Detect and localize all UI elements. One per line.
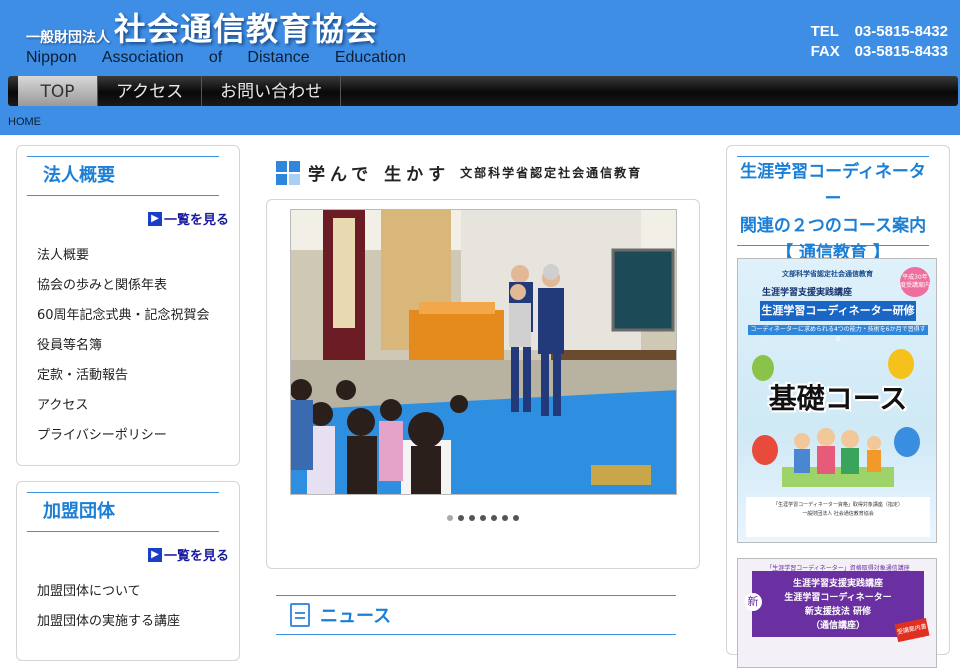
about-more-link[interactable]: ▶ 一覧を見る bbox=[147, 209, 229, 228]
about-title: 法人概要 bbox=[27, 156, 219, 196]
breadcrumb[interactable]: HOME bbox=[8, 116, 41, 128]
about-item-60th[interactable]: 60周年記念式典・記念祝賀会 bbox=[37, 301, 210, 331]
balloon-illustration bbox=[894, 427, 920, 457]
poster-tag: 文部科学省認定社会通信教育 bbox=[782, 270, 873, 278]
poster-footer: 「生涯学習コーディネーター資格」取得対象講座（指定） 一般財団法人 社会通信教育… bbox=[746, 497, 930, 537]
about-item-officers[interactable]: 役員等名簿 bbox=[37, 331, 210, 361]
members-panel: 加盟団体 ▶ 一覧を見る 加盟団体について 加盟団体の実施する講座 bbox=[16, 481, 240, 661]
arrow-right-icon: ▶ bbox=[147, 211, 162, 226]
course-guide-panel: 生涯学習コーディネーター 関連の２つのコース案内 【 通信教育 】 文部科学省認… bbox=[726, 145, 950, 668]
members-more-link[interactable]: ▶ 一覧を見る bbox=[147, 545, 229, 564]
slider-dot[interactable] bbox=[491, 515, 497, 521]
poster2-line: 新支援技法 研修 bbox=[804, 607, 872, 617]
main-nav: TOP アクセス お問い合わせ bbox=[8, 76, 958, 106]
members-title: 加盟団体 bbox=[27, 492, 219, 532]
tel-number: 03-5815-8432 bbox=[854, 23, 948, 40]
about-item-history[interactable]: 協会の歩みと関係年表 bbox=[37, 271, 210, 301]
classroom-photo bbox=[291, 210, 676, 494]
document-icon bbox=[290, 603, 310, 627]
course-guide-line: 生涯学習コーディネーター bbox=[740, 162, 926, 209]
about-menu: 法人概要 協会の歩みと関係年表 60周年記念式典・記念祝賀会 役員等名簿 定款・… bbox=[37, 241, 210, 451]
org-en-word: Nippon bbox=[26, 49, 77, 66]
org-en-word: Distance bbox=[247, 49, 310, 66]
slide-photo[interactable] bbox=[290, 209, 677, 495]
photo-slider bbox=[266, 199, 700, 569]
org-en-word: Association bbox=[101, 49, 184, 66]
slider-dot[interactable] bbox=[502, 515, 508, 521]
slider-dot[interactable] bbox=[447, 515, 453, 521]
poster2-new-badge: 新 bbox=[744, 593, 762, 611]
nav-access[interactable]: アクセス bbox=[98, 76, 203, 106]
about-panel: 法人概要 ▶ 一覧を見る 法人概要 協会の歩みと関係年表 60周年記念式典・記念… bbox=[16, 145, 240, 466]
about-item-reports[interactable]: 定款・活動報告 bbox=[37, 361, 210, 391]
tel-row: TEL 03-5815-8432 bbox=[811, 22, 948, 42]
slider-dot[interactable] bbox=[513, 515, 519, 521]
slider-pagination bbox=[267, 515, 699, 521]
main-title-sub: 文部科学省認定社会通信教育 bbox=[460, 166, 643, 180]
poster2-line: 生涯学習支援実践講座 bbox=[792, 579, 883, 589]
new-support-course-banner[interactable]: 「生涯学習コーディネーター」資格取得対象通信講座 生涯学習支援実践講座 生涯学習… bbox=[737, 558, 937, 668]
more-link-label: 一覧を見る bbox=[163, 213, 229, 228]
main-title-text: 学んで 生かす bbox=[308, 165, 451, 185]
org-english-name: Nippon Association of Distance Education bbox=[26, 49, 406, 67]
poster-course-name: 基礎コース bbox=[768, 382, 908, 415]
poster-line1: 生涯学習支援実践講座 bbox=[762, 288, 853, 298]
course-guide-heading: 生涯学習コーディネーター 関連の２つのコース案内 【 通信教育 】 bbox=[737, 156, 929, 263]
balloon-illustration bbox=[752, 435, 778, 465]
family-illustration bbox=[782, 428, 894, 487]
poster-badge: 平成30年度受講案内 bbox=[900, 267, 930, 297]
basic-course-banner[interactable]: 文部科学省認定社会通信教育 平成30年度受講案内 生涯学習支援実践講座 生涯学習… bbox=[737, 258, 937, 543]
balloon-illustration bbox=[888, 349, 914, 379]
course-guide-line: 関連の２つのコース案内 bbox=[739, 216, 927, 236]
poster-line2: 生涯学習コーディネーター研修 bbox=[760, 301, 916, 321]
main-title: 学んで 生かす 文部科学省認定社会通信教育 bbox=[276, 160, 642, 185]
nav-top[interactable]: TOP bbox=[18, 76, 98, 106]
slider-dot[interactable] bbox=[480, 515, 486, 521]
slider-dot[interactable] bbox=[458, 515, 464, 521]
slider-dot[interactable] bbox=[469, 515, 475, 521]
poster-footer-line: 「生涯学習コーディネーター資格」取得対象講座（指定） bbox=[773, 502, 903, 508]
poster-line3: コーディネーターに求められる4つの能力・技術を6か月で習得する bbox=[748, 325, 928, 343]
fax-row: FAX 03-5815-8433 bbox=[811, 42, 948, 62]
nav-contact[interactable]: お問い合わせ bbox=[202, 76, 342, 106]
members-menu: 加盟団体について 加盟団体の実施する講座 bbox=[37, 577, 180, 637]
arrow-right-icon: ▶ bbox=[147, 547, 162, 562]
contact-info: TEL 03-5815-8432 FAX 03-5815-8433 bbox=[811, 22, 948, 62]
about-item-access[interactable]: アクセス bbox=[37, 391, 210, 421]
fax-number: 03-5815-8433 bbox=[854, 43, 948, 60]
grid-squares-icon bbox=[276, 160, 300, 185]
more-link-label: 一覧を見る bbox=[163, 549, 229, 564]
members-item-about[interactable]: 加盟団体について bbox=[37, 577, 180, 607]
members-item-courses[interactable]: 加盟団体の実施する講座 bbox=[37, 607, 180, 637]
poster-footer-line: 一般財団法人 社会通信教育協会 bbox=[802, 511, 874, 517]
org-prefix: 一般財団法人 bbox=[26, 30, 110, 46]
poster2-line: 生涯学習コーディネーター bbox=[784, 593, 892, 603]
news-title: ニュース bbox=[320, 606, 392, 627]
site-header: 一般財団法人 社会通信教育協会 Nippon Association of Di… bbox=[0, 0, 960, 135]
about-item-overview[interactable]: 法人概要 bbox=[37, 241, 210, 271]
site-logo-title[interactable]: 社会通信教育協会 bbox=[114, 4, 378, 50]
tel-label: TEL bbox=[810, 23, 839, 40]
org-en-word: of bbox=[208, 49, 223, 66]
about-item-privacy[interactable]: プライバシーポリシー bbox=[37, 421, 210, 451]
news-heading: ニュース bbox=[276, 595, 676, 635]
org-en-word: Education bbox=[334, 49, 406, 66]
fax-label: FAX bbox=[810, 43, 840, 60]
